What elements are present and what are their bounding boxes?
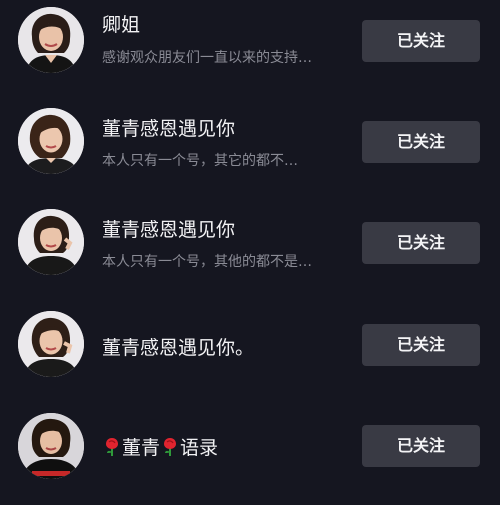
account-description: 本人只有一个号，其他的都不是… bbox=[102, 254, 312, 270]
account-description: 本人只有一个号，其它的都不… bbox=[102, 153, 298, 169]
following-list: 卿姐 感谢观众朋友们一直以来的支持… 已关注 董青感恩遇见你 本人只有一个号，其… bbox=[0, 0, 500, 490]
account-name: 董青感恩遇见你 bbox=[102, 118, 236, 140]
following-button[interactable]: 已关注 bbox=[362, 20, 480, 62]
avatar-image bbox=[18, 7, 84, 73]
account-name-part2: 语录 bbox=[180, 437, 219, 459]
avatar[interactable] bbox=[18, 108, 84, 174]
avatar[interactable] bbox=[18, 311, 84, 377]
rose-icon bbox=[104, 437, 120, 463]
account-name: 董青感恩遇见你 bbox=[102, 219, 236, 241]
account-name-part1: 董青 bbox=[122, 437, 161, 459]
list-item[interactable]: 董青感恩遇见你 本人只有一个号，其他的都不是… 已关注 bbox=[0, 202, 500, 302]
avatar[interactable] bbox=[18, 7, 84, 73]
avatar-image bbox=[18, 209, 84, 275]
account-name: 卿姐 bbox=[102, 14, 141, 36]
account-name: 董青感恩遇见你。 bbox=[102, 337, 255, 359]
list-item[interactable]: 董青感恩遇见你。 已关注 bbox=[0, 304, 500, 404]
avatar[interactable] bbox=[18, 413, 84, 479]
list-item[interactable]: 董青 语录 已关注 bbox=[0, 405, 500, 505]
following-button[interactable]: 已关注 bbox=[362, 324, 480, 366]
list-item[interactable]: 董青感恩遇见你 本人只有一个号，其它的都不… 已关注 bbox=[0, 101, 500, 201]
rose-icon bbox=[162, 437, 178, 463]
list-item[interactable]: 卿姐 感谢观众朋友们一直以来的支持… 已关注 bbox=[0, 0, 500, 100]
avatar-image bbox=[18, 413, 84, 479]
following-button[interactable]: 已关注 bbox=[362, 425, 480, 467]
avatar-image bbox=[18, 311, 84, 377]
account-description: 感谢观众朋友们一直以来的支持… bbox=[102, 50, 312, 66]
following-button[interactable]: 已关注 bbox=[362, 222, 480, 264]
following-button[interactable]: 已关注 bbox=[362, 121, 480, 163]
avatar-image bbox=[18, 108, 84, 174]
account-name: 董青 语录 bbox=[102, 436, 218, 463]
avatar[interactable] bbox=[18, 209, 84, 275]
